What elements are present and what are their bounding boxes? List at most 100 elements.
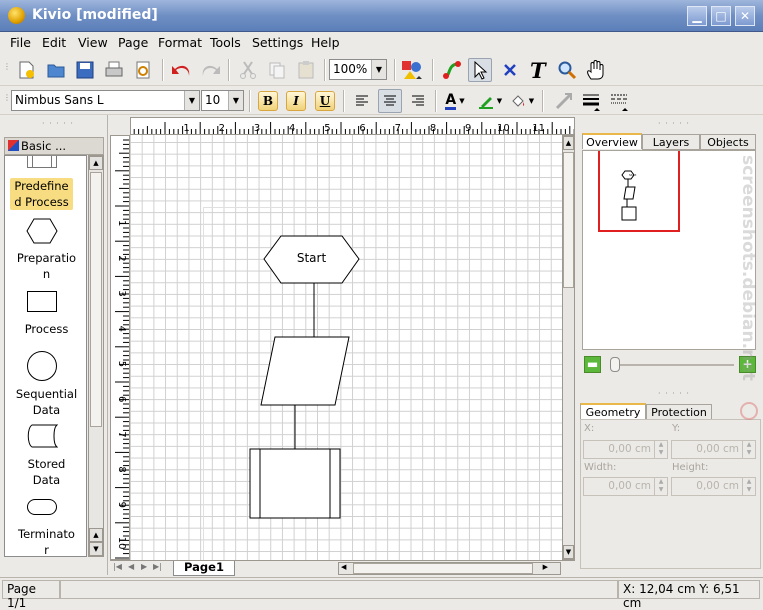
shape-label-process[interactable]: Process (5, 321, 86, 337)
drawing-canvas[interactable]: Start (130, 135, 562, 560)
align-center-icon[interactable] (378, 89, 402, 113)
dock-grip[interactable]: · · · · · (658, 389, 690, 398)
connector-style-icon[interactable] (552, 89, 576, 113)
circle-shape-icon[interactable] (27, 351, 57, 381)
chevron-down-icon[interactable]: ▼ (371, 60, 386, 79)
rectangle-shape-icon[interactable] (27, 291, 57, 312)
width-field[interactable]: 0,00 cm ▲ ▼ (583, 477, 668, 496)
line-style-icon[interactable] (608, 89, 634, 113)
scroll-thumb[interactable] (90, 172, 102, 427)
page-tab[interactable]: Page1 (173, 561, 235, 576)
dock-grip[interactable]: · · · · · (42, 119, 74, 128)
prev-page-icon[interactable]: ◀ (128, 562, 134, 571)
scroll-down-icon[interactable]: ▼ (89, 542, 103, 556)
shape-label-predefined-process[interactable]: Predefine d Process (10, 178, 73, 210)
y-field[interactable]: 0,00 cm ▲ ▼ (671, 440, 756, 459)
scroll-left-icon[interactable]: ◀ (341, 563, 346, 571)
shape-label-preparation[interactable]: Preparatio n (5, 250, 86, 282)
cut-icon[interactable] (236, 58, 260, 82)
chevron-down-icon[interactable]: ▼ (184, 91, 199, 110)
scroll-thumb[interactable] (353, 563, 533, 574)
redo-icon[interactable] (198, 58, 222, 82)
flowchart-diagram[interactable] (130, 135, 562, 560)
zoom-combo[interactable]: 100% ▼ (329, 59, 387, 80)
italic-button[interactable]: I (286, 91, 306, 111)
scroll-right-icon[interactable]: ▶ (543, 563, 548, 571)
zoom-slider-track[interactable] (610, 364, 734, 366)
zoom-magnifier-icon[interactable] (555, 58, 579, 82)
menu-file[interactable]: File (10, 35, 31, 50)
minimize-button[interactable]: ▁ (687, 6, 707, 26)
text-tool-icon[interactable]: T (526, 58, 550, 82)
menu-help[interactable]: Help (311, 35, 340, 50)
menu-format[interactable]: Format (158, 35, 202, 50)
menu-edit[interactable]: Edit (42, 35, 66, 50)
text-color-icon[interactable]: A ▼ (440, 89, 470, 113)
shape-label-terminator[interactable]: Terminato r (5, 526, 86, 556)
spin-arrows-icon[interactable]: ▲ ▼ (742, 478, 755, 495)
horizontal-ruler[interactable]: 1 2 3 4 5 6 7 8 9 10 11 (130, 117, 575, 135)
tab-geometry[interactable]: Geometry (580, 403, 646, 419)
copy-icon[interactable] (265, 58, 289, 82)
print-preview-icon[interactable] (131, 58, 155, 82)
scroll-up-icon[interactable]: ▲ (89, 156, 103, 170)
print-icon[interactable] (102, 58, 126, 82)
predefined-process-shape[interactable] (249, 448, 341, 519)
maximize-button[interactable]: □ (711, 6, 731, 26)
start-label[interactable]: Start (264, 251, 359, 265)
align-left-icon[interactable] (350, 89, 374, 113)
menu-view[interactable]: View (78, 35, 108, 50)
tab-layers[interactable]: Layers (642, 134, 700, 150)
chevron-down-icon[interactable]: ▼ (228, 91, 243, 110)
last-page-icon[interactable]: ▶| (153, 562, 162, 571)
select-pointer-icon[interactable] (468, 58, 492, 82)
data-parallelogram-shape[interactable] (260, 336, 350, 406)
menu-tools[interactable]: Tools (210, 35, 241, 50)
first-page-icon[interactable]: |◀ (113, 562, 122, 571)
canvas-vscroll[interactable]: ▲ ▼ (562, 135, 575, 560)
close-button[interactable]: ✕ (735, 6, 755, 26)
spin-arrows-icon[interactable]: ▲ ▼ (654, 441, 667, 458)
stored-data-shape-icon[interactable] (26, 424, 59, 451)
font-family-combo[interactable]: Nimbus Sans L ▼ (11, 90, 200, 111)
underline-button[interactable]: U (315, 91, 335, 111)
hexagon-shape-icon[interactable] (26, 218, 58, 247)
stencil-shapes-icon[interactable] (400, 58, 424, 82)
canvas-hscroll[interactable]: ◀ ▶ (338, 562, 561, 575)
x-field[interactable]: 0,00 cm ▲ ▼ (583, 440, 668, 459)
tab-protection[interactable]: Protection (646, 404, 712, 420)
spin-arrows-icon[interactable]: ▲ ▼ (654, 478, 667, 495)
scroll-up-icon[interactable]: ▲ (563, 136, 574, 150)
new-document-icon[interactable] (14, 58, 38, 82)
shape-label-sequential-data[interactable]: Sequential Data (5, 386, 86, 418)
fill-color-icon[interactable]: ▼ (507, 89, 537, 113)
zoom-out-icon[interactable]: ▬ (584, 356, 601, 373)
toolbar-grip[interactable]: ⋮ (3, 62, 12, 71)
vertical-ruler[interactable]: 1 2 3 4 5 6 7 8 9 10 (110, 135, 130, 560)
tab-overview[interactable]: Overview (582, 133, 642, 149)
font-size-combo[interactable]: 10 ▼ (201, 90, 244, 111)
kivio-app-icon[interactable] (8, 7, 25, 24)
spin-arrows-icon[interactable]: ▲ ▼ (742, 441, 755, 458)
tab-objects[interactable]: Objects (700, 134, 756, 150)
scroll-down-icon[interactable]: ▼ (563, 545, 574, 559)
terminator-shape-icon[interactable] (27, 499, 57, 515)
stencil-set-header[interactable]: Basic ... (4, 137, 104, 155)
connector-tool-icon[interactable] (440, 58, 464, 82)
height-field[interactable]: 0,00 cm ▲ ▼ (671, 477, 756, 496)
pan-hand-icon[interactable] (584, 58, 608, 82)
scroll-thumb[interactable] (563, 152, 574, 288)
undo-icon[interactable] (170, 58, 194, 82)
menu-page[interactable]: Page (118, 35, 148, 50)
line-width-icon[interactable] (580, 89, 606, 113)
align-right-icon[interactable] (406, 89, 430, 113)
scroll-down-icon[interactable]: ▲ (89, 528, 103, 542)
menu-settings[interactable]: Settings (252, 35, 303, 50)
save-icon[interactable] (73, 58, 97, 82)
stencil-scrollbar[interactable]: ▲ ▲ ▼ (88, 155, 104, 557)
predefined-process-shape-icon[interactable] (27, 156, 57, 168)
line-color-icon[interactable]: ▼ (475, 89, 505, 113)
zoom-slider-handle[interactable] (610, 357, 620, 372)
bold-button[interactable]: B (258, 91, 278, 111)
shape-label-stored-data[interactable]: Stored Data (5, 456, 86, 488)
